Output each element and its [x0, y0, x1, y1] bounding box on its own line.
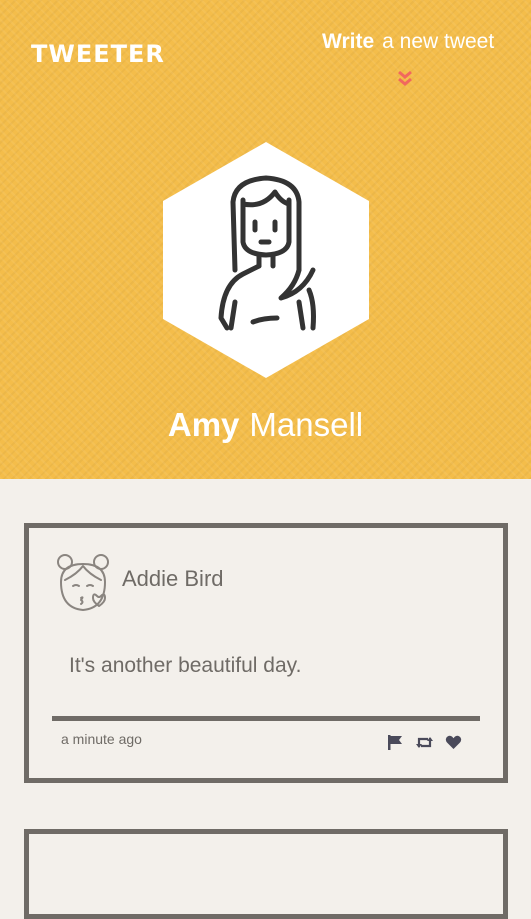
tweet-divider [52, 716, 480, 721]
last-name: Mansell [249, 406, 364, 443]
new-tweet-label: a new tweet [382, 30, 495, 53]
app-logo[interactable]: TWEETER [31, 40, 165, 68]
double-chevron-down-icon[interactable] [397, 70, 413, 88]
profile-header: TWEETER Write a new tweet Amy Mansell [0, 0, 531, 479]
retweet-icon[interactable] [415, 734, 434, 751]
tweet-card-next [24, 829, 508, 919]
first-name: Amy [167, 406, 240, 443]
tweet-text: It's another beautiful day. [69, 654, 302, 677]
flag-icon[interactable] [387, 734, 404, 751]
write-label: Write [322, 30, 375, 53]
tweet-author[interactable]: Addie Bird [122, 566, 224, 592]
tweet-actions [387, 734, 462, 751]
tweet-time: a minute ago [61, 731, 142, 747]
heart-icon[interactable] [445, 734, 462, 751]
profile-avatar [163, 142, 369, 378]
girl-kiss-heart-icon [57, 554, 109, 611]
tweet-card: Addie Bird It's another beautiful day. a… [24, 523, 508, 783]
profile-name: Amy Mansell [0, 406, 531, 444]
write-tweet-link[interactable]: Write a new tweet [322, 30, 494, 54]
